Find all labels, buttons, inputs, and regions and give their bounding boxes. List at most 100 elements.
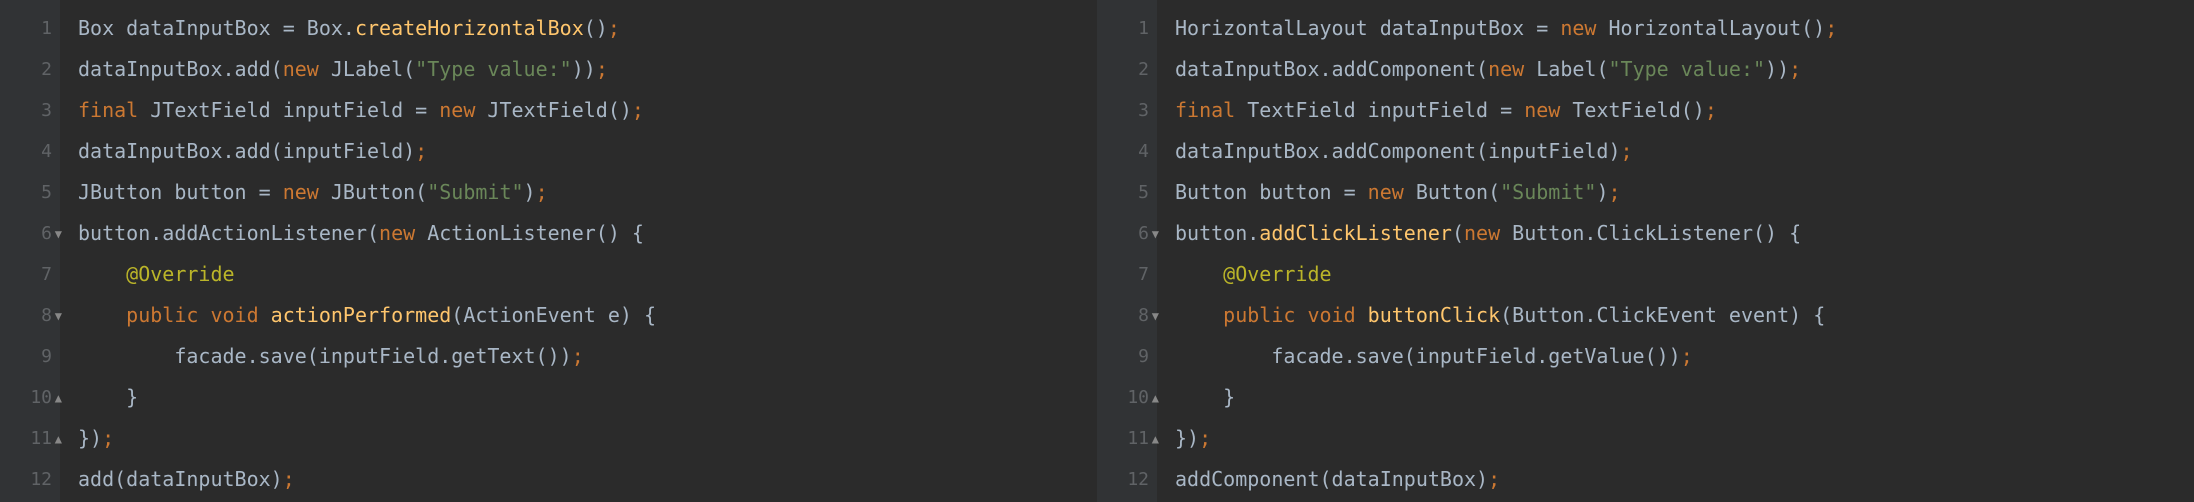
token-ident: JButton button = [78, 180, 283, 204]
token-type: Button( [1416, 180, 1500, 204]
line-number[interactable]: 5 [1097, 172, 1157, 213]
line-number[interactable]: 4 [1097, 131, 1157, 172]
code-line[interactable]: } [1175, 377, 2194, 418]
fold-expand-icon[interactable]: ▲ [1152, 432, 1159, 446]
code-line[interactable]: public void actionPerformed(ActionEvent … [78, 295, 1097, 336]
line-number[interactable]: 7 [1097, 254, 1157, 295]
code-line[interactable]: }); [1175, 418, 2194, 459]
token-string: "Submit" [1500, 180, 1596, 204]
line-number[interactable]: 5 [0, 172, 60, 213]
fold-collapse-icon[interactable]: ▼ [1152, 309, 1159, 323]
token-ident: ( [1452, 221, 1464, 245]
line-number[interactable]: 6▼ [1097, 213, 1157, 254]
token-punct: ; [1789, 57, 1801, 81]
code-line[interactable]: Box dataInputBox = Box.createHorizontalB… [78, 8, 1097, 49]
token-keyword: new [283, 57, 331, 81]
code-line[interactable]: final JTextField inputField = new JTextF… [78, 90, 1097, 131]
fold-collapse-icon[interactable]: ▼ [1152, 227, 1159, 241]
token-paren: () [584, 16, 608, 40]
token-paren: )) [572, 57, 596, 81]
code-line[interactable]: Button button = new Button("Submit"); [1175, 172, 2194, 213]
line-number[interactable]: 6▼ [0, 213, 60, 254]
fold-collapse-icon[interactable]: ▼ [55, 309, 62, 323]
code-line[interactable]: @Override [78, 254, 1097, 295]
code-line[interactable]: button.addClickListener(new Button.Click… [1175, 213, 2194, 254]
token-ident: dataInputBox.addComponent(inputField) [1175, 139, 1621, 163]
line-number[interactable]: 8▼ [1097, 295, 1157, 336]
line-number[interactable]: 2 [0, 49, 60, 90]
token-paren: )) [1765, 57, 1789, 81]
line-number[interactable]: 10▲ [1097, 377, 1157, 418]
line-number[interactable]: 8▼ [0, 295, 60, 336]
fold-expand-icon[interactable]: ▲ [55, 432, 62, 446]
token-type: TextField() [1572, 98, 1704, 122]
token-type: Button.ClickListener() { [1512, 221, 1801, 245]
line-number[interactable]: 3 [0, 90, 60, 131]
line-number[interactable]: 11▲ [1097, 418, 1157, 459]
token-keyword: new [283, 180, 331, 204]
token-ident: dataInputBox.add(inputField) [78, 139, 415, 163]
token-keyword: public void [126, 303, 271, 327]
code-line[interactable]: add(dataInputBox); [78, 459, 1097, 500]
fold-expand-icon[interactable]: ▲ [1152, 391, 1159, 405]
line-number[interactable]: 9 [0, 336, 60, 377]
token-punct: ; [572, 344, 584, 368]
token-punct: ; [1199, 426, 1211, 450]
code-line[interactable]: dataInputBox.addComponent(new Label("Typ… [1175, 49, 2194, 90]
token-punct: ; [596, 57, 608, 81]
line-number[interactable]: 12 [0, 459, 60, 500]
token-ident: button. [1175, 221, 1259, 245]
token-ident: }) [1175, 426, 1199, 450]
left-gutter: 123456▼78▼910▲11▲12 [0, 0, 60, 502]
code-line[interactable]: facade.save(inputField.getValue()); [1175, 336, 2194, 377]
line-number[interactable]: 12 [1097, 459, 1157, 500]
token-annotation: @Override [1223, 262, 1331, 286]
fold-expand-icon[interactable]: ▲ [55, 391, 62, 405]
token-ident: dataInputBox.add( [78, 57, 283, 81]
token-ident: } [1223, 385, 1235, 409]
token-type: Box [307, 16, 343, 40]
line-number[interactable]: 9 [1097, 336, 1157, 377]
token-type: Label( [1536, 57, 1608, 81]
left-code[interactable]: Box dataInputBox = Box.createHorizontalB… [60, 0, 1097, 502]
code-line[interactable]: facade.save(inputField.getText()); [78, 336, 1097, 377]
code-line[interactable]: JButton button = new JButton("Submit"); [78, 172, 1097, 213]
code-line[interactable]: HorizontalLayout dataInputBox = new Hori… [1175, 8, 2194, 49]
line-number[interactable]: 4 [0, 131, 60, 172]
token-keyword: public void [1223, 303, 1368, 327]
code-line[interactable]: dataInputBox.add(new JLabel("Type value:… [78, 49, 1097, 90]
code-line[interactable]: public void buttonClick(Button.ClickEven… [1175, 295, 2194, 336]
line-number[interactable]: 1 [1097, 8, 1157, 49]
right-code[interactable]: HorizontalLayout dataInputBox = new Hori… [1157, 0, 2194, 502]
code-line[interactable]: final TextField inputField = new TextFie… [1175, 90, 2194, 131]
token-ident: dataInputBox [114, 16, 283, 40]
line-number[interactable]: 7 [0, 254, 60, 295]
token-ident: TextField inputField = [1247, 98, 1524, 122]
token-punct: ; [415, 139, 427, 163]
token-method: createHorizontalBox [355, 16, 584, 40]
line-number[interactable]: 2 [1097, 49, 1157, 90]
token-special-method: buttonClick [1368, 303, 1500, 327]
token-ident: }) [78, 426, 102, 450]
token-punct: ; [1621, 139, 1633, 163]
line-number[interactable]: 1 [0, 8, 60, 49]
fold-collapse-icon[interactable]: ▼ [55, 227, 62, 241]
code-line[interactable]: } [78, 377, 1097, 418]
token-punct: ; [608, 16, 620, 40]
line-number[interactable]: 10▲ [0, 377, 60, 418]
line-number[interactable]: 3 [1097, 90, 1157, 131]
token-ident: (Button.ClickEvent event) { [1500, 303, 1825, 327]
code-line[interactable]: dataInputBox.add(inputField); [78, 131, 1097, 172]
token-annotation: @Override [126, 262, 234, 286]
code-line[interactable]: button.addActionListener(new ActionListe… [78, 213, 1097, 254]
code-line[interactable]: addComponent(dataInputBox); [1175, 459, 2194, 500]
code-line[interactable]: }); [78, 418, 1097, 459]
token-ident: } [126, 385, 138, 409]
token-ident: button.addActionListener( [78, 221, 379, 245]
token-punct: ; [1705, 98, 1717, 122]
right-gutter: 123456▼78▼910▲11▲12 [1097, 0, 1157, 502]
code-line[interactable]: @Override [1175, 254, 2194, 295]
token-ident: facade.save(inputField.getText()) [174, 344, 571, 368]
code-line[interactable]: dataInputBox.addComponent(inputField); [1175, 131, 2194, 172]
line-number[interactable]: 11▲ [0, 418, 60, 459]
